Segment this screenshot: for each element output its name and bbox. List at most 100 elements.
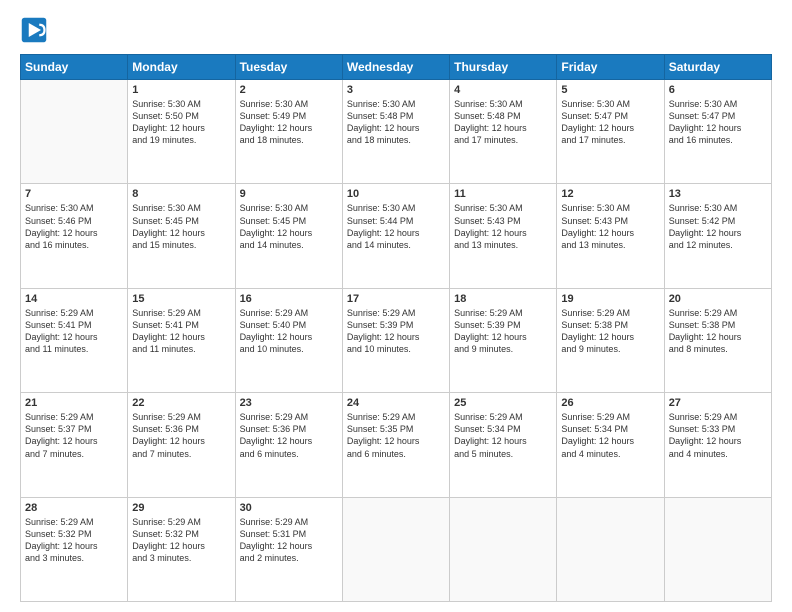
cell-info: Sunrise: 5:30 AM Sunset: 5:44 PM Dayligh… xyxy=(347,202,445,251)
cell-day-number: 4 xyxy=(454,84,552,96)
header xyxy=(20,16,772,44)
cell-info: Sunrise: 5:29 AM Sunset: 5:41 PM Dayligh… xyxy=(25,307,123,356)
week-row-2: 7 Sunrise: 5:30 AM Sunset: 5:46 PM Daylig… xyxy=(21,184,772,288)
calendar-cell: 19 Sunrise: 5:29 AM Sunset: 5:38 PM Dayli… xyxy=(557,288,664,392)
cell-info: Sunrise: 5:30 AM Sunset: 5:42 PM Dayligh… xyxy=(669,202,767,251)
cell-info: Sunrise: 5:30 AM Sunset: 5:43 PM Dayligh… xyxy=(454,202,552,251)
cell-info: Sunrise: 5:29 AM Sunset: 5:39 PM Dayligh… xyxy=(454,307,552,356)
calendar-cell xyxy=(450,497,557,601)
cell-info: Sunrise: 5:29 AM Sunset: 5:36 PM Dayligh… xyxy=(240,411,338,460)
cell-info: Sunrise: 5:29 AM Sunset: 5:38 PM Dayligh… xyxy=(669,307,767,356)
calendar-cell xyxy=(664,497,771,601)
calendar-cell: 23 Sunrise: 5:29 AM Sunset: 5:36 PM Dayli… xyxy=(235,393,342,497)
week-row-1: 1Sunrise: 5:30 AM Sunset: 5:50 PM Daylig… xyxy=(21,80,772,184)
cell-day-number: 20 xyxy=(669,293,767,305)
cell-day-number: 8 xyxy=(132,188,230,200)
calendar-cell: 14 Sunrise: 5:29 AM Sunset: 5:41 PM Dayli… xyxy=(21,288,128,392)
cell-day-number: 7 xyxy=(25,188,123,200)
calendar-cell: 12 Sunrise: 5:30 AM Sunset: 5:43 PM Dayli… xyxy=(557,184,664,288)
day-header-sunday: Sunday xyxy=(21,55,128,80)
cell-info: Sunrise: 5:29 AM Sunset: 5:34 PM Dayligh… xyxy=(561,411,659,460)
cell-info: Sunrise: 5:30 AM Sunset: 5:47 PM Dayligh… xyxy=(561,98,659,147)
calendar-cell xyxy=(557,497,664,601)
calendar-cell: 26 Sunrise: 5:29 AM Sunset: 5:34 PM Dayli… xyxy=(557,393,664,497)
cell-info: Sunrise: 5:29 AM Sunset: 5:41 PM Dayligh… xyxy=(132,307,230,356)
cell-day-number: 19 xyxy=(561,293,659,305)
calendar-cell: 17Sunrise: 5:29 AM Sunset: 5:39 PM Dayli… xyxy=(342,288,449,392)
cell-day-number: 1 xyxy=(132,84,230,96)
calendar-cell: 25 Sunrise: 5:29 AM Sunset: 5:34 PM Dayli… xyxy=(450,393,557,497)
logo-icon xyxy=(20,16,48,44)
calendar-cell: 27 Sunrise: 5:29 AM Sunset: 5:33 PM Dayli… xyxy=(664,393,771,497)
calendar-cell: 20 Sunrise: 5:29 AM Sunset: 5:38 PM Dayli… xyxy=(664,288,771,392)
day-header-tuesday: Tuesday xyxy=(235,55,342,80)
calendar-cell: 8 Sunrise: 5:30 AM Sunset: 5:45 PM Daylig… xyxy=(128,184,235,288)
calendar-cell: 21 Sunrise: 5:29 AM Sunset: 5:37 PM Dayli… xyxy=(21,393,128,497)
cell-day-number: 2 xyxy=(240,84,338,96)
cell-day-number: 9 xyxy=(240,188,338,200)
calendar-table: SundayMondayTuesdayWednesdayThursdayFrid… xyxy=(20,54,772,602)
cell-day-number: 14 xyxy=(25,293,123,305)
calendar-cell: 9 Sunrise: 5:30 AM Sunset: 5:45 PM Daylig… xyxy=(235,184,342,288)
week-row-4: 21 Sunrise: 5:29 AM Sunset: 5:37 PM Dayli… xyxy=(21,393,772,497)
cell-day-number: 13 xyxy=(669,188,767,200)
calendar-cell: 30 Sunrise: 5:29 AM Sunset: 5:31 PM Dayli… xyxy=(235,497,342,601)
logo xyxy=(20,16,52,44)
cell-day-number: 25 xyxy=(454,397,552,409)
cell-day-number: 11 xyxy=(454,188,552,200)
cell-info: Sunrise: 5:30 AM Sunset: 5:48 PM Dayligh… xyxy=(454,98,552,147)
calendar-cell: 16Sunrise: 5:29 AM Sunset: 5:40 PM Dayli… xyxy=(235,288,342,392)
cell-info: Sunrise: 5:30 AM Sunset: 5:45 PM Dayligh… xyxy=(132,202,230,251)
cell-day-number: 22 xyxy=(132,397,230,409)
calendar-cell: 7 Sunrise: 5:30 AM Sunset: 5:46 PM Daylig… xyxy=(21,184,128,288)
calendar-cell xyxy=(342,497,449,601)
calendar-cell: 10Sunrise: 5:30 AM Sunset: 5:44 PM Dayli… xyxy=(342,184,449,288)
cell-day-number: 23 xyxy=(240,397,338,409)
cell-day-number: 12 xyxy=(561,188,659,200)
cell-info: Sunrise: 5:29 AM Sunset: 5:39 PM Dayligh… xyxy=(347,307,445,356)
calendar-cell: 22 Sunrise: 5:29 AM Sunset: 5:36 PM Dayli… xyxy=(128,393,235,497)
cell-info: Sunrise: 5:29 AM Sunset: 5:34 PM Dayligh… xyxy=(454,411,552,460)
cell-info: Sunrise: 5:30 AM Sunset: 5:45 PM Dayligh… xyxy=(240,202,338,251)
day-header-monday: Monday xyxy=(128,55,235,80)
cell-info: Sunrise: 5:30 AM Sunset: 5:46 PM Dayligh… xyxy=(25,202,123,251)
cell-info: Sunrise: 5:29 AM Sunset: 5:37 PM Dayligh… xyxy=(25,411,123,460)
cell-info: Sunrise: 5:30 AM Sunset: 5:43 PM Dayligh… xyxy=(561,202,659,251)
cell-day-number: 24 xyxy=(347,397,445,409)
day-header-wednesday: Wednesday xyxy=(342,55,449,80)
cell-info: Sunrise: 5:30 AM Sunset: 5:47 PM Dayligh… xyxy=(669,98,767,147)
week-row-5: 28Sunrise: 5:29 AM Sunset: 5:32 PM Dayli… xyxy=(21,497,772,601)
cell-day-number: 28 xyxy=(25,502,123,514)
calendar-cell: 1Sunrise: 5:30 AM Sunset: 5:50 PM Daylig… xyxy=(128,80,235,184)
cell-day-number: 5 xyxy=(561,84,659,96)
cell-day-number: 21 xyxy=(25,397,123,409)
cell-info: Sunrise: 5:29 AM Sunset: 5:38 PM Dayligh… xyxy=(561,307,659,356)
calendar-header-row: SundayMondayTuesdayWednesdayThursdayFrid… xyxy=(21,55,772,80)
cell-info: Sunrise: 5:29 AM Sunset: 5:36 PM Dayligh… xyxy=(132,411,230,460)
calendar-cell: 3Sunrise: 5:30 AM Sunset: 5:48 PM Daylig… xyxy=(342,80,449,184)
cell-info: Sunrise: 5:30 AM Sunset: 5:49 PM Dayligh… xyxy=(240,98,338,147)
cell-day-number: 26 xyxy=(561,397,659,409)
day-header-friday: Friday xyxy=(557,55,664,80)
cell-day-number: 15 xyxy=(132,293,230,305)
calendar-cell: 2 Sunrise: 5:30 AM Sunset: 5:49 PM Daylig… xyxy=(235,80,342,184)
calendar-cell: 28Sunrise: 5:29 AM Sunset: 5:32 PM Dayli… xyxy=(21,497,128,601)
page: SundayMondayTuesdayWednesdayThursdayFrid… xyxy=(0,0,792,612)
calendar-cell xyxy=(21,80,128,184)
cell-info: Sunrise: 5:29 AM Sunset: 5:40 PM Dayligh… xyxy=(240,307,338,356)
day-header-thursday: Thursday xyxy=(450,55,557,80)
calendar-cell: 18 Sunrise: 5:29 AM Sunset: 5:39 PM Dayli… xyxy=(450,288,557,392)
cell-info: Sunrise: 5:29 AM Sunset: 5:33 PM Dayligh… xyxy=(669,411,767,460)
week-row-3: 14 Sunrise: 5:29 AM Sunset: 5:41 PM Dayli… xyxy=(21,288,772,392)
cell-day-number: 27 xyxy=(669,397,767,409)
calendar-cell: 11 Sunrise: 5:30 AM Sunset: 5:43 PM Dayli… xyxy=(450,184,557,288)
cell-day-number: 6 xyxy=(669,84,767,96)
calendar-cell: 13 Sunrise: 5:30 AM Sunset: 5:42 PM Dayli… xyxy=(664,184,771,288)
cell-info: Sunrise: 5:29 AM Sunset: 5:31 PM Dayligh… xyxy=(240,516,338,565)
calendar-cell: 4 Sunrise: 5:30 AM Sunset: 5:48 PM Daylig… xyxy=(450,80,557,184)
cell-day-number: 3 xyxy=(347,84,445,96)
calendar-cell: 6 Sunrise: 5:30 AM Sunset: 5:47 PM Daylig… xyxy=(664,80,771,184)
cell-day-number: 18 xyxy=(454,293,552,305)
calendar-cell: 15 Sunrise: 5:29 AM Sunset: 5:41 PM Dayli… xyxy=(128,288,235,392)
cell-day-number: 30 xyxy=(240,502,338,514)
